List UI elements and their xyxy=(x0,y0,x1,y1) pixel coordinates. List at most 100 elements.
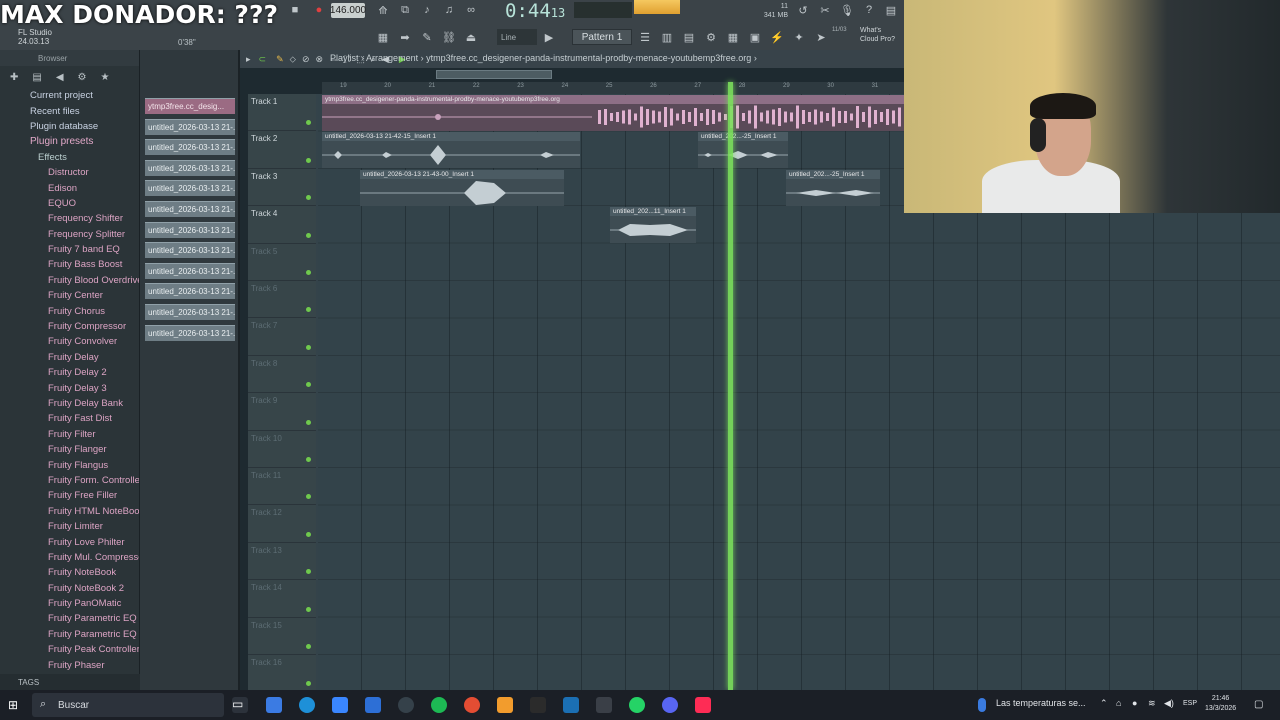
channel-rack-icon[interactable]: ▤ xyxy=(680,28,698,46)
language-indicator[interactable]: ESP xyxy=(1183,700,1197,707)
track-mute-led[interactable] xyxy=(306,569,311,575)
browser-item-effects[interactable]: Effects xyxy=(0,150,139,165)
taskbar-search[interactable]: Buscar xyxy=(32,693,224,717)
scissors-icon[interactable]: ✂ xyxy=(816,1,834,19)
record-button[interactable]: ● xyxy=(310,1,328,19)
track-header[interactable]: Track 14 xyxy=(248,580,316,618)
obs-icon[interactable] xyxy=(398,697,414,713)
picker-clip-item[interactable]: untitled_2026-03-13 21-... xyxy=(145,201,235,217)
discord-icon[interactable] xyxy=(662,697,678,713)
browser-plugin-item[interactable]: Fruity Mul. Compressor xyxy=(0,550,139,565)
browser-plugin-item[interactable]: Fruity 7 band EQ xyxy=(0,242,139,257)
browser-plugin-item[interactable]: Fruity Convolver xyxy=(0,334,139,349)
audio-clip-t3b[interactable]: untitled_202...-25_Insert 1 xyxy=(786,170,880,206)
picker-clip-item[interactable]: untitled_2026-03-13 21-... xyxy=(145,118,235,135)
mail-icon[interactable] xyxy=(365,697,381,713)
picker-clip-item[interactable]: untitled_2026-03-13 21-... xyxy=(145,180,235,197)
paint-icon[interactable]: ⬦ xyxy=(290,54,296,65)
browser-plugin-item[interactable]: Fruity Phaser xyxy=(0,657,139,672)
magnet-icon[interactable]: ⊂ xyxy=(259,54,267,65)
track-mute-led[interactable] xyxy=(306,269,311,275)
browser-plugin-item[interactable]: Fruity Delay xyxy=(0,350,139,365)
browser-plugin-item[interactable]: Fruity Fast Dist xyxy=(0,411,139,426)
picker-clip-item[interactable]: untitled_2026-03-13 21-... xyxy=(145,304,235,320)
track-header[interactable]: Track 5 xyxy=(248,243,316,281)
track-header[interactable]: Track 6 xyxy=(248,281,316,319)
track-header[interactable]: Track 10 xyxy=(248,430,316,468)
browser-plugin-item[interactable]: Fruity Parametric EQ 2 xyxy=(0,627,139,642)
track-header[interactable]: Track 11 xyxy=(248,468,316,506)
pattern-select[interactable]: Pattern 1 xyxy=(572,29,632,45)
track-mute-led[interactable] xyxy=(306,456,311,462)
plug-icon[interactable]: ⚡ xyxy=(768,28,786,46)
time-display[interactable]: 0:4413 xyxy=(505,0,565,22)
browser-plugin-item[interactable]: Fruity Flangus xyxy=(0,457,139,472)
undo-icon[interactable]: ↺ xyxy=(794,1,812,19)
snap-select[interactable]: Line xyxy=(497,29,537,45)
render-icon[interactable]: ▣ xyxy=(746,28,764,46)
track-header[interactable]: Track 1 xyxy=(248,94,316,132)
stop-button[interactable]: ■ xyxy=(286,1,304,19)
network-icon[interactable]: ⌂ xyxy=(1116,698,1121,708)
draw-icon[interactable]: ✎ xyxy=(276,54,284,65)
file-icon[interactable]: ▤ xyxy=(32,72,41,83)
browser-plugin-item[interactable]: Fruity Center xyxy=(0,288,139,303)
back-icon[interactable]: ◀ xyxy=(56,72,64,83)
wifi-icon[interactable]: ≋ xyxy=(1148,698,1156,709)
countdown-icon[interactable]: ♪ xyxy=(418,1,436,19)
browser-item-current-project[interactable]: Current project xyxy=(0,88,139,103)
track-mute-led[interactable] xyxy=(306,419,311,425)
browser-plugin-item[interactable]: Fruity Limiter xyxy=(0,519,139,534)
browser-item-plugin-presets[interactable]: Plugin presets xyxy=(0,134,139,149)
breadcrumb-playlist[interactable]: Playlist xyxy=(330,53,359,63)
wait-record-icon[interactable]: ⧉ xyxy=(396,1,414,19)
arrow-icon[interactable]: ➡ xyxy=(396,28,414,46)
delete-icon[interactable]: ⊘ xyxy=(302,54,310,65)
track-header[interactable]: Track 7 xyxy=(248,318,316,356)
browser-plugin-item[interactable]: Fruity Chorus xyxy=(0,303,139,318)
track-header[interactable]: Track 16 xyxy=(248,655,316,693)
browser-plugin-item[interactable]: EQUO xyxy=(0,196,139,211)
star-icon[interactable]: ★ xyxy=(101,72,110,83)
save-icon[interactable]: ▤ xyxy=(882,1,900,19)
track-mute-led[interactable] xyxy=(306,382,311,388)
browser-plugin-item[interactable]: Fruity Delay 3 xyxy=(0,380,139,395)
track-mute-led[interactable] xyxy=(306,307,311,313)
track-mute-led[interactable] xyxy=(306,643,311,649)
picker-clip-item[interactable]: ytmp3free.cc_desig... xyxy=(145,98,235,114)
menu-arrow-icon[interactable]: ▸ xyxy=(246,54,251,65)
waves-icon[interactable] xyxy=(530,697,546,713)
track-header[interactable]: Track 12 xyxy=(248,505,316,543)
add-icon[interactable]: ✚ xyxy=(10,72,18,83)
store-icon[interactable] xyxy=(332,697,348,713)
spotify-icon[interactable] xyxy=(431,697,447,713)
timeline-ruler[interactable]: 19 20 21 22 23 24 25 26 27 28 29 30 31 xyxy=(322,82,904,94)
browser-plugin-item[interactable]: Distructor xyxy=(0,165,139,180)
volume-icon[interactable]: ◀) xyxy=(1164,698,1174,709)
track-header[interactable]: Track 3 xyxy=(248,168,316,207)
audio-clip-t4a[interactable]: untitled_202...11_Insert 1 xyxy=(610,207,696,243)
picker-clip-item[interactable]: untitled_2026-03-13 21-... xyxy=(145,139,235,156)
loop-record-icon[interactable]: ∞ xyxy=(462,1,480,19)
track-mute-led[interactable] xyxy=(306,157,311,163)
browser-plugin-item[interactable]: Frequency Splitter xyxy=(0,227,139,242)
browser-plugin-item[interactable]: Fruity NoteBook 2 xyxy=(0,581,139,596)
refresh-icon[interactable]: ⚙ xyxy=(78,72,87,83)
browser-plugin-item[interactable]: Fruity Love Philter xyxy=(0,534,139,549)
breadcrumb-arrangement[interactable]: Arrangement xyxy=(366,53,418,63)
task-view-icon[interactable]: ▭ xyxy=(232,697,248,713)
browser-plugin-item[interactable]: Edison xyxy=(0,180,139,195)
browser-plugin-item[interactable]: Fruity PanOMatic xyxy=(0,596,139,611)
track-mute-led[interactable] xyxy=(306,344,311,350)
stamp-icon[interactable]: ⏏ xyxy=(462,28,480,46)
mixer-icon[interactable]: ☰ xyxy=(636,28,654,46)
browser-plugin-item[interactable]: Fruity Peak Controller xyxy=(0,642,139,657)
picker-clip-item[interactable]: untitled_2026-03-13 21-... xyxy=(145,159,235,176)
fl-studio-icon[interactable] xyxy=(497,697,513,713)
copilot-icon[interactable] xyxy=(266,697,282,713)
browser-plugin-item[interactable]: Fruity Parametric EQ xyxy=(0,611,139,626)
audio-clip-t2b[interactable]: untitled_202...-25_Insert 1 xyxy=(698,132,788,168)
blend-notes-icon[interactable]: ♫ xyxy=(440,1,458,19)
playhead[interactable] xyxy=(728,82,733,690)
chrome-icon[interactable] xyxy=(464,697,480,713)
